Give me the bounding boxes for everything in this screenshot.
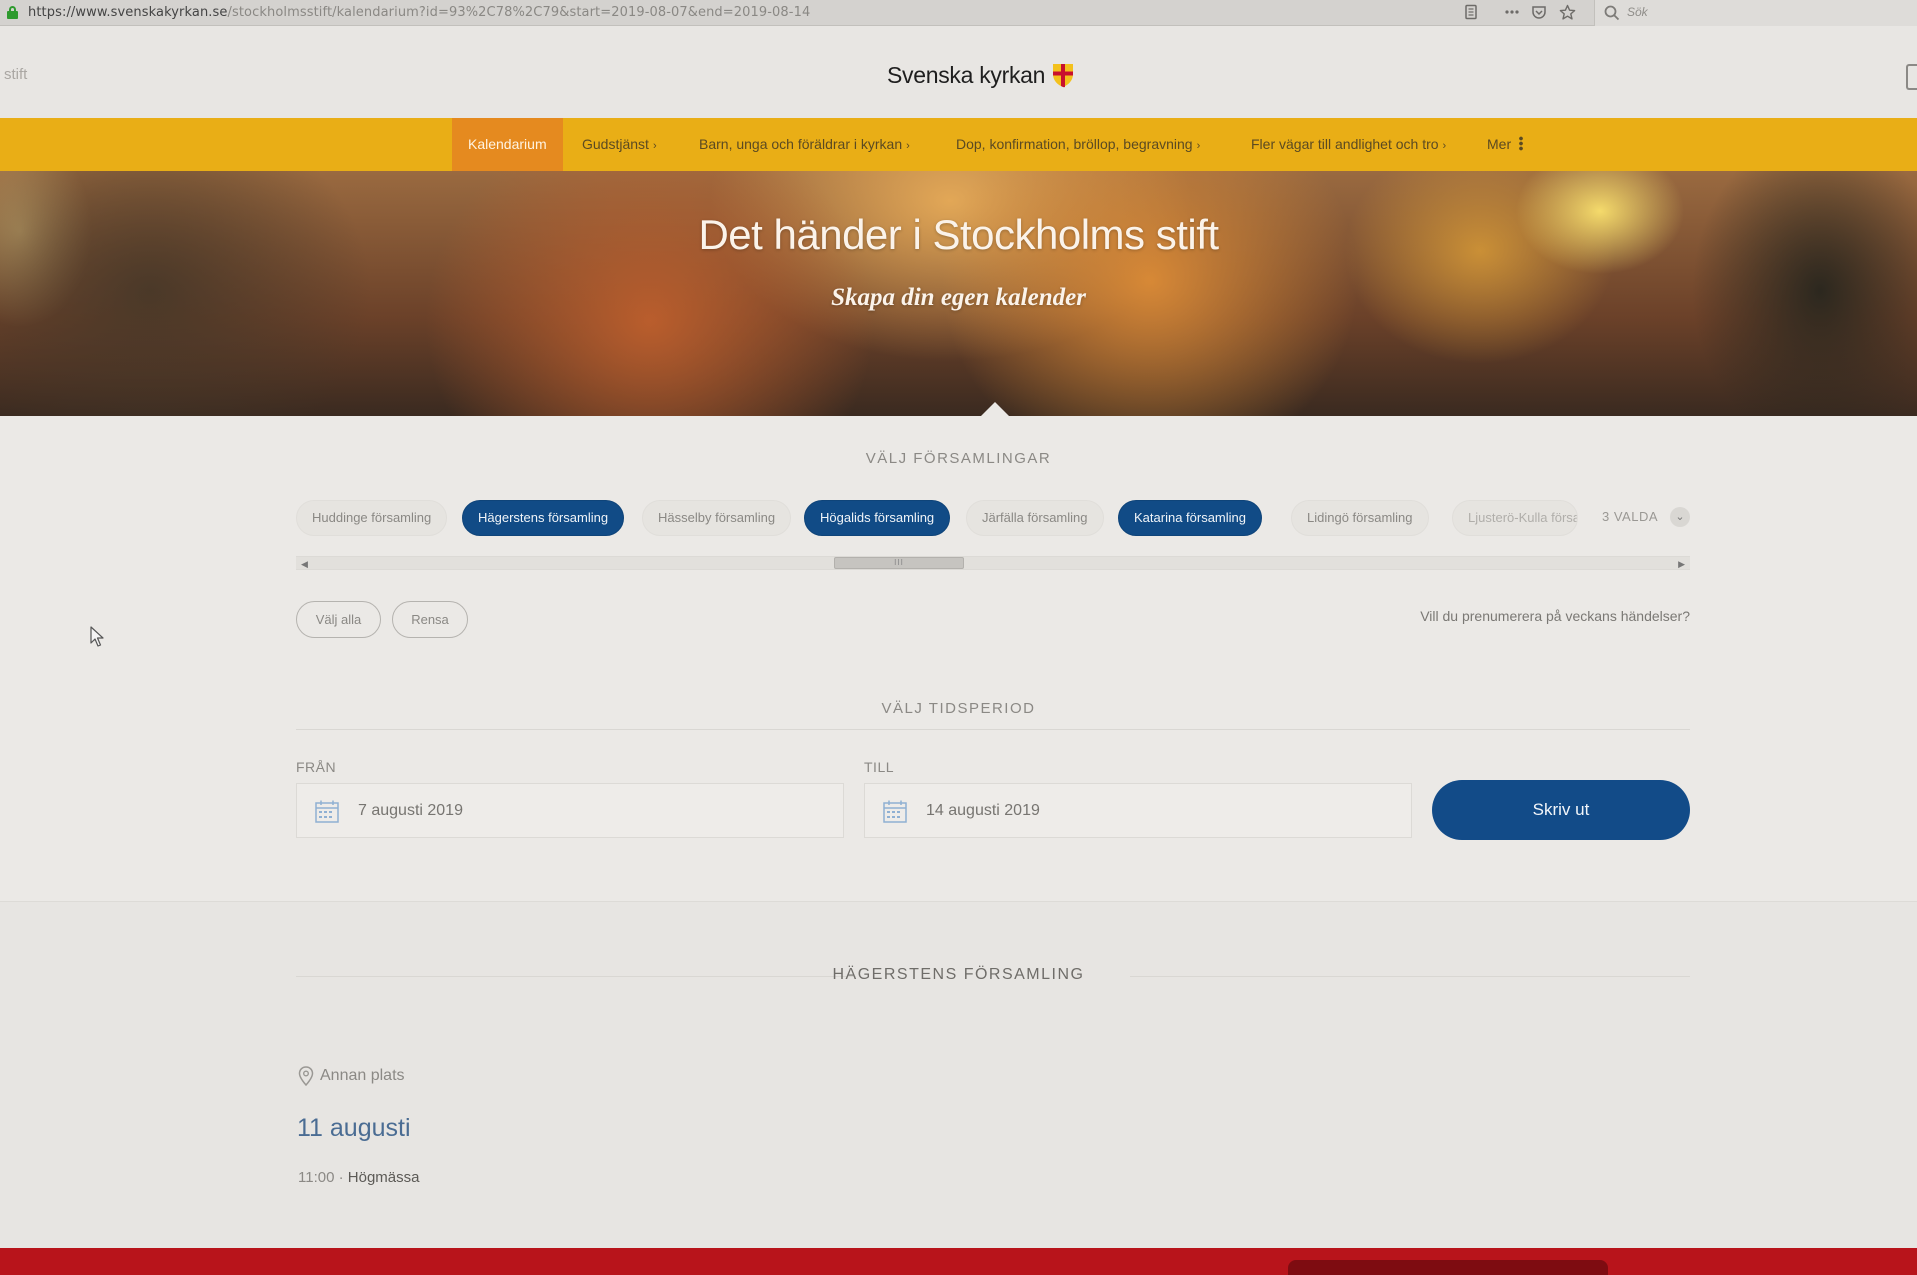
from-date-field[interactable]: 7 augusti 2019 xyxy=(296,783,844,838)
nav-item-label: Dop, konfirmation, bröllop, begravning xyxy=(956,136,1193,152)
event-results: HÄGERSTENS FÖRSAMLING Annan plats 11 aug… xyxy=(0,901,1917,1248)
parish-chip-selected[interactable]: Hägerstens församling xyxy=(462,500,625,536)
url-host: https://www.svenskakyrkan.se xyxy=(28,5,228,20)
chevron-right-icon: › xyxy=(906,140,910,152)
event-separator: · xyxy=(338,1169,344,1186)
calendar-filters: VÄLJ FÖRSAMLINGAR Huddinge församling Hä… xyxy=(0,416,1917,901)
scroll-left-icon[interactable]: ◀ xyxy=(301,558,308,570)
hero-notch xyxy=(981,402,1009,416)
map-pin-icon xyxy=(298,1066,314,1086)
chevron-down-icon[interactable]: ⌄ xyxy=(1670,507,1690,527)
select-all-button[interactable]: Välj alla xyxy=(296,601,381,638)
nav-item-fler-vagar[interactable]: Fler vägar till andlighet och tro › xyxy=(1251,118,1446,171)
nav-item-dop-konfirmation[interactable]: Dop, konfirmation, bröllop, begravning › xyxy=(956,118,1200,171)
parish-chip[interactable]: Hässelby församling xyxy=(642,500,792,536)
calendar-icon xyxy=(883,800,907,823)
search-placeholder: Sök xyxy=(1627,5,1648,19)
period-heading: VÄLJ TIDSPERIOD xyxy=(881,700,1036,717)
pocket-icon[interactable] xyxy=(1530,4,1548,22)
chevron-right-icon: › xyxy=(1196,140,1201,152)
parish-filter-heading: VÄLJ FÖRSAMLINGAR xyxy=(865,450,1052,467)
clear-button[interactable]: Rensa xyxy=(392,601,468,638)
parish-heading: HÄGERSTENS FÖRSAMLING xyxy=(832,966,1085,983)
selected-count: 3 VALDA xyxy=(1602,509,1659,524)
scroll-right-icon[interactable]: ▶ xyxy=(1678,558,1685,570)
more-icon[interactable] xyxy=(1503,4,1521,22)
sidebar-toggle-icon[interactable] xyxy=(1906,64,1917,90)
search-icon xyxy=(1604,5,1620,21)
parish-chip[interactable]: Huddinge församling xyxy=(296,500,448,536)
from-date-value: 7 augusti 2019 xyxy=(358,802,463,819)
main-navigation: Kalendarium Gudstjänst › Barn, unga och f… xyxy=(0,118,1917,171)
address-bar[interactable]: https://www.svenskakyrkan.se/stockholmss… xyxy=(28,5,810,20)
nav-item-label: Gudstjänst xyxy=(582,136,649,152)
event-entry[interactable]: 11:00 · Högmässa xyxy=(298,1169,419,1186)
parish-chip-list: Huddinge församling Hägerstens församlin… xyxy=(296,500,1690,538)
site-header: stift Svenska kyrkan xyxy=(0,26,1917,118)
divider xyxy=(296,729,1690,730)
from-label: FRÅN xyxy=(296,759,337,775)
parish-chip[interactable]: Lidingö församling xyxy=(1291,500,1429,536)
nav-item-label: Kalendarium xyxy=(468,136,547,152)
mouse-cursor-icon xyxy=(90,626,104,647)
hero-banner: Det händer i Stockholms stift Skapa din … xyxy=(0,171,1917,416)
footer-tab xyxy=(1288,1260,1608,1275)
event-date: 11 augusti xyxy=(297,1114,411,1142)
kebab-menu-icon xyxy=(1519,136,1524,151)
event-time: 11:00 xyxy=(298,1169,335,1186)
to-date-value: 14 augusti 2019 xyxy=(926,802,1040,819)
nav-item-mer[interactable]: Mer xyxy=(1487,118,1524,171)
browser-toolbar: https://www.svenskakyrkan.se/stockholmss… xyxy=(0,0,1917,26)
site-logo[interactable]: Svenska kyrkan xyxy=(887,60,1075,90)
to-label: TILL xyxy=(864,759,895,775)
chevron-right-icon: › xyxy=(652,140,657,152)
event-location: Annan plats xyxy=(298,1066,405,1086)
footer-band xyxy=(0,1248,1917,1275)
lock-icon xyxy=(7,6,18,19)
hero-title: Det händer i Stockholms stift xyxy=(698,211,1219,258)
section-label[interactable]: stift xyxy=(4,66,27,83)
event-name[interactable]: Högmässa xyxy=(348,1169,420,1186)
parish-chip-selected[interactable]: Högalids församling xyxy=(804,500,951,536)
nav-item-kalendarium[interactable]: Kalendarium xyxy=(452,118,563,171)
parish-chip[interactable]: Järfälla församling xyxy=(966,500,1104,536)
church-shield-icon xyxy=(1053,64,1074,88)
to-date-field[interactable]: 14 augusti 2019 xyxy=(864,783,1412,838)
nav-item-label: Mer xyxy=(1487,136,1512,152)
nav-item-barn-unga[interactable]: Barn, unga och föräldrar i kyrkan › xyxy=(699,118,910,171)
browser-search-field[interactable]: Sök xyxy=(1594,0,1917,26)
chevron-right-icon: › xyxy=(1442,140,1447,152)
bookmark-star-icon[interactable] xyxy=(1558,4,1576,22)
url-path: /stockholmsstift/kalendarium?id=93%2C78%… xyxy=(227,5,811,20)
subscribe-link[interactable]: Vill du prenumerera på veckans händelser… xyxy=(1340,608,1690,624)
chip-scrollbar[interactable]: ◀ III ▶ xyxy=(296,556,1690,570)
nav-item-label: Barn, unga och föräldrar i kyrkan xyxy=(699,136,903,152)
location-name: Annan plats xyxy=(320,1067,405,1084)
nav-item-label: Fler vägar till andlighet och tro xyxy=(1251,136,1439,152)
parish-chip[interactable]: Ljusterö-Kulla försa xyxy=(1452,500,1578,536)
calendar-icon xyxy=(315,800,339,823)
scrollbar-thumb[interactable]: III xyxy=(834,557,964,569)
logo-text: Svenska kyrkan xyxy=(887,61,1046,88)
reader-icon[interactable] xyxy=(1462,4,1480,22)
hero-subtitle: Skapa din egen kalender xyxy=(831,284,1086,311)
parish-chip-selected[interactable]: Katarina församling xyxy=(1118,500,1262,536)
nav-item-gudstjanst[interactable]: Gudstjänst › xyxy=(582,118,657,171)
print-button[interactable]: Skriv ut xyxy=(1432,780,1690,840)
